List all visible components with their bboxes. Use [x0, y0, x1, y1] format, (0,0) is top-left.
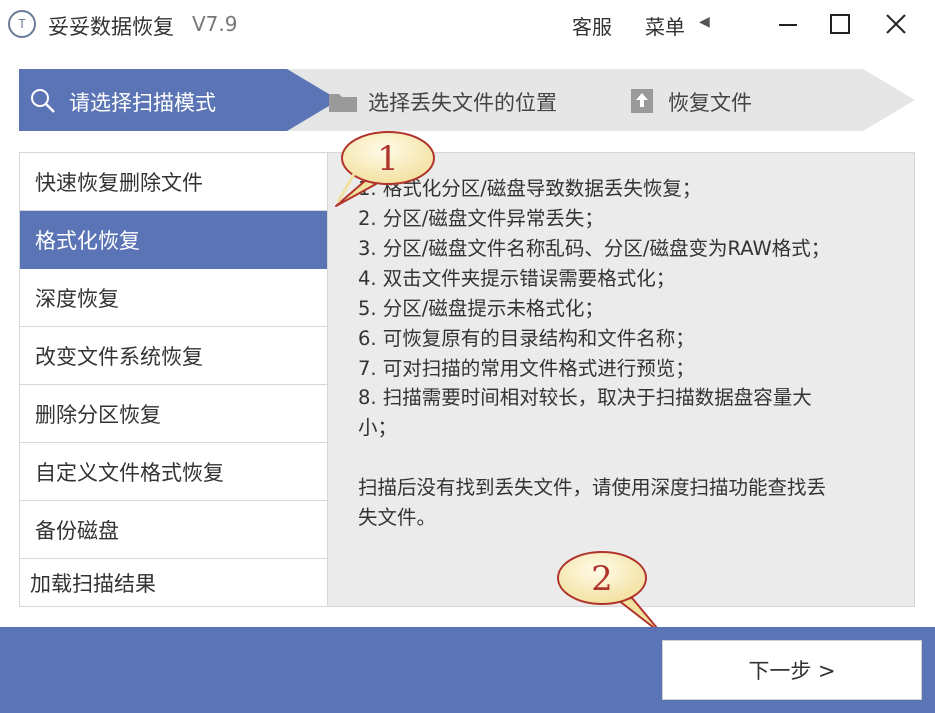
maximize-button[interactable] — [820, 6, 860, 42]
description-line: 3. 分区/磁盘文件名称乱码、分区/磁盘变为RAW格式； — [358, 237, 831, 260]
description-line: 6. 可恢复原有的目录结构和文件名称； — [358, 327, 695, 350]
upload-icon — [631, 89, 653, 113]
minimize-icon — [779, 24, 797, 26]
mode-item-backup-disk[interactable]: 备份磁盘 — [20, 501, 327, 559]
mode-description-panel: 1. 格式化分区/磁盘导致数据丢失恢复； 2. 分区/磁盘文件异常丢失； 3. … — [327, 152, 915, 607]
callout-1: 1 — [335, 131, 435, 207]
scan-mode-list: 快速恢复删除文件 格式化恢复 深度恢复 改变文件系统恢复 删除分区恢复 自定义文… — [19, 152, 327, 607]
callout-2-number: 2 — [591, 559, 613, 599]
search-icon — [31, 89, 55, 113]
menu-button[interactable]: 菜单 — [645, 11, 685, 40]
step-breadcrumb: 请选择扫描模式 选择丢失文件的位置 恢复文件 — [19, 69, 919, 131]
close-button[interactable] — [876, 6, 916, 42]
description-line: 7. 可对扫描的常用文件格式进行预览； — [358, 357, 695, 380]
step-1-label: 请选择扫描模式 — [69, 91, 216, 115]
service-button[interactable]: 客服 — [572, 11, 612, 40]
description-line: 8. 扫描需要时间相对较长，取决于扫描数据盘容量大 — [358, 386, 812, 409]
description-line: 5. 分区/磁盘提示未格式化； — [358, 297, 604, 320]
folder-icon — [329, 94, 357, 112]
next-step-button[interactable]: 下一步 > — [662, 640, 922, 700]
minimize-button[interactable] — [768, 6, 808, 42]
description-note-line: 失文件。 — [358, 506, 437, 529]
description-line: 4. 双击文件夹提示错误需要格式化； — [358, 267, 676, 290]
mode-item-partition-recover[interactable]: 删除分区恢复 — [20, 385, 327, 443]
close-icon — [886, 14, 906, 34]
mode-item-load-scan-results[interactable]: 加载扫描结果 — [20, 559, 327, 607]
mode-item-format-recover[interactable]: 格式化恢复 — [20, 211, 327, 269]
step-2-label: 选择丢失文件的位置 — [368, 91, 557, 115]
mode-item-deep-recover[interactable]: 深度恢复 — [20, 269, 327, 327]
app-version: V7.9 — [192, 12, 238, 36]
title-bar: T 妥妥数据恢复 V7.9 客服 菜单 ◀ — [0, 0, 935, 48]
mode-item-custom-format-recover[interactable]: 自定义文件格式恢复 — [20, 443, 327, 501]
maximize-icon — [830, 14, 850, 34]
mode-item-filesystem-recover[interactable]: 改变文件系统恢复 — [20, 327, 327, 385]
mode-item-quick-recover[interactable]: 快速恢复删除文件 — [20, 153, 327, 211]
step-3-label: 恢复文件 — [668, 91, 752, 115]
description-line: 小； — [358, 416, 398, 439]
app-logo-icon: T — [8, 10, 36, 38]
menu-arrow-icon[interactable]: ◀ — [699, 14, 710, 30]
callout-1-number: 1 — [377, 139, 399, 179]
description-note-line: 扫描后没有找到丢失文件，请使用深度扫描功能查找丢 — [358, 476, 827, 499]
app-title: 妥妥数据恢复 — [48, 15, 174, 39]
